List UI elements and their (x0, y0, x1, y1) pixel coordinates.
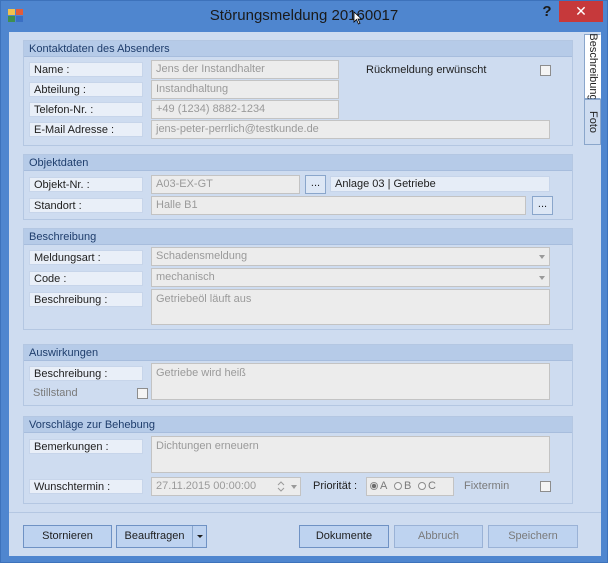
date-spinner-icon[interactable] (276, 480, 286, 493)
object-group-header: Objektdaten (24, 155, 572, 171)
close-button[interactable]: ✕ (559, 1, 603, 22)
tab-foto-label: Foto (587, 110, 599, 134)
priority-radio-c[interactable]: C (418, 479, 436, 494)
remarks-textarea[interactable]: Dichtungen erneuern (151, 436, 550, 473)
location-browse-button[interactable]: ... (532, 196, 553, 215)
department-label: Abteilung : (29, 82, 143, 97)
mouse-cursor-icon (353, 11, 363, 25)
location-label: Standort : (29, 198, 143, 213)
desired-date-field[interactable]: 27.11.2015 00:00:00 (151, 477, 301, 496)
button-bar: Stornieren Beauftragen Dokumente Abbruch… (9, 512, 601, 556)
description-group-header: Beschreibung (24, 229, 572, 245)
object-number-label: Objekt-Nr. : (29, 177, 143, 192)
code-label: Code : (29, 271, 143, 286)
standstill-checkbox[interactable] (137, 388, 148, 399)
email-label: E-Mail Adresse : (29, 122, 143, 137)
priority-option-c: C (428, 480, 436, 492)
description-textarea[interactable]: Getriebeöl läuft aus (151, 289, 550, 325)
object-browse-button[interactable]: ... (305, 175, 326, 194)
tab-foto[interactable]: Foto (584, 99, 601, 145)
priority-option-b: B (404, 480, 412, 492)
priority-option-a: A (380, 480, 388, 492)
effects-group: Auswirkungen Beschreibung : Getriebe wir… (23, 344, 573, 406)
code-dropdown[interactable]: mechanisch (151, 268, 550, 287)
name-label: Name : (29, 62, 143, 77)
object-group: Objektdaten Objekt-Nr. : A03-EX-GT ... A… (23, 154, 573, 220)
email-field[interactable]: jens-peter-perrlich@testkunde.de (151, 120, 550, 139)
department-field[interactable]: Instandhaltung (151, 80, 339, 99)
save-button[interactable]: Speichern (488, 525, 578, 548)
tab-beschreibung[interactable]: Beschreibung (584, 32, 601, 101)
dialog-window: Störungsmeldung 20160017 ? ✕ Beschreibun… (0, 0, 608, 563)
description-label: Beschreibung : (29, 292, 143, 307)
object-number-field[interactable]: A03-EX-GT (151, 175, 300, 194)
assign-dropdown-arrow-icon[interactable] (192, 526, 206, 547)
priority-radio-b[interactable]: B (394, 479, 411, 494)
abort-button[interactable]: Abbruch (394, 525, 483, 548)
phone-field[interactable]: +49 (1234) 8882-1234 (151, 100, 339, 119)
help-button[interactable]: ? (535, 2, 559, 22)
report-type-label: Meldungsart : (29, 250, 143, 265)
effects-group-header: Auswirkungen (24, 345, 572, 361)
cancel-report-button[interactable]: Stornieren (23, 525, 112, 548)
desired-date-label: Wunschtermin : (29, 479, 143, 494)
effects-textarea[interactable]: Getriebe wird heiß (151, 363, 550, 400)
priority-radio-a[interactable]: A (370, 479, 387, 494)
radio-icon (394, 482, 402, 490)
fixed-date-checkbox[interactable] (540, 481, 551, 492)
window-title: Störungsmeldung 20160017 (209, 7, 399, 24)
radio-selected-icon (370, 482, 378, 490)
documents-button[interactable]: Dokumente (299, 525, 389, 548)
assign-button[interactable]: Beauftragen (116, 525, 207, 548)
priority-label: Priorität : (313, 480, 358, 492)
name-field[interactable]: Jens der Instandhalter (151, 60, 339, 79)
object-description: Anlage 03 | Getriebe (330, 176, 550, 192)
vertical-tab-strip: Beschreibung Foto (584, 32, 601, 174)
suggestions-group-header: Vorschläge zur Behebung (24, 417, 572, 433)
feedback-checkbox[interactable] (540, 65, 551, 76)
effects-label: Beschreibung : (29, 366, 143, 381)
desired-date-value: 27.11.2015 00:00:00 (156, 480, 257, 492)
dialog-body: Beschreibung Foto Kontaktdaten des Absen… (9, 32, 601, 556)
radio-icon (418, 482, 426, 490)
standstill-label: Stillstand (33, 387, 78, 399)
fixed-date-label: Fixtermin (464, 480, 510, 492)
title-bar[interactable]: Störungsmeldung 20160017 ? ✕ (1, 1, 607, 32)
location-field[interactable]: Halle B1 (151, 196, 526, 215)
suggestions-group: Vorschläge zur Behebung Bemerkungen : Di… (23, 416, 573, 504)
contact-group: Kontaktdaten des Absenders Name : Jens d… (23, 40, 573, 146)
description-group: Beschreibung Meldungsart : Schadensmeldu… (23, 228, 573, 330)
assign-button-label: Beauftragen (124, 530, 185, 542)
feedback-label: Rückmeldung erwünscht (366, 64, 487, 76)
tab-beschreibung-label: Beschreibung (587, 32, 599, 101)
remarks-label: Bemerkungen : (29, 439, 143, 454)
report-type-dropdown[interactable]: Schadensmeldung (151, 247, 550, 266)
contact-group-header: Kontaktdaten des Absenders (24, 41, 572, 57)
date-dropdown-icon[interactable] (289, 480, 299, 493)
phone-label: Telefon-Nr. : (29, 102, 143, 117)
